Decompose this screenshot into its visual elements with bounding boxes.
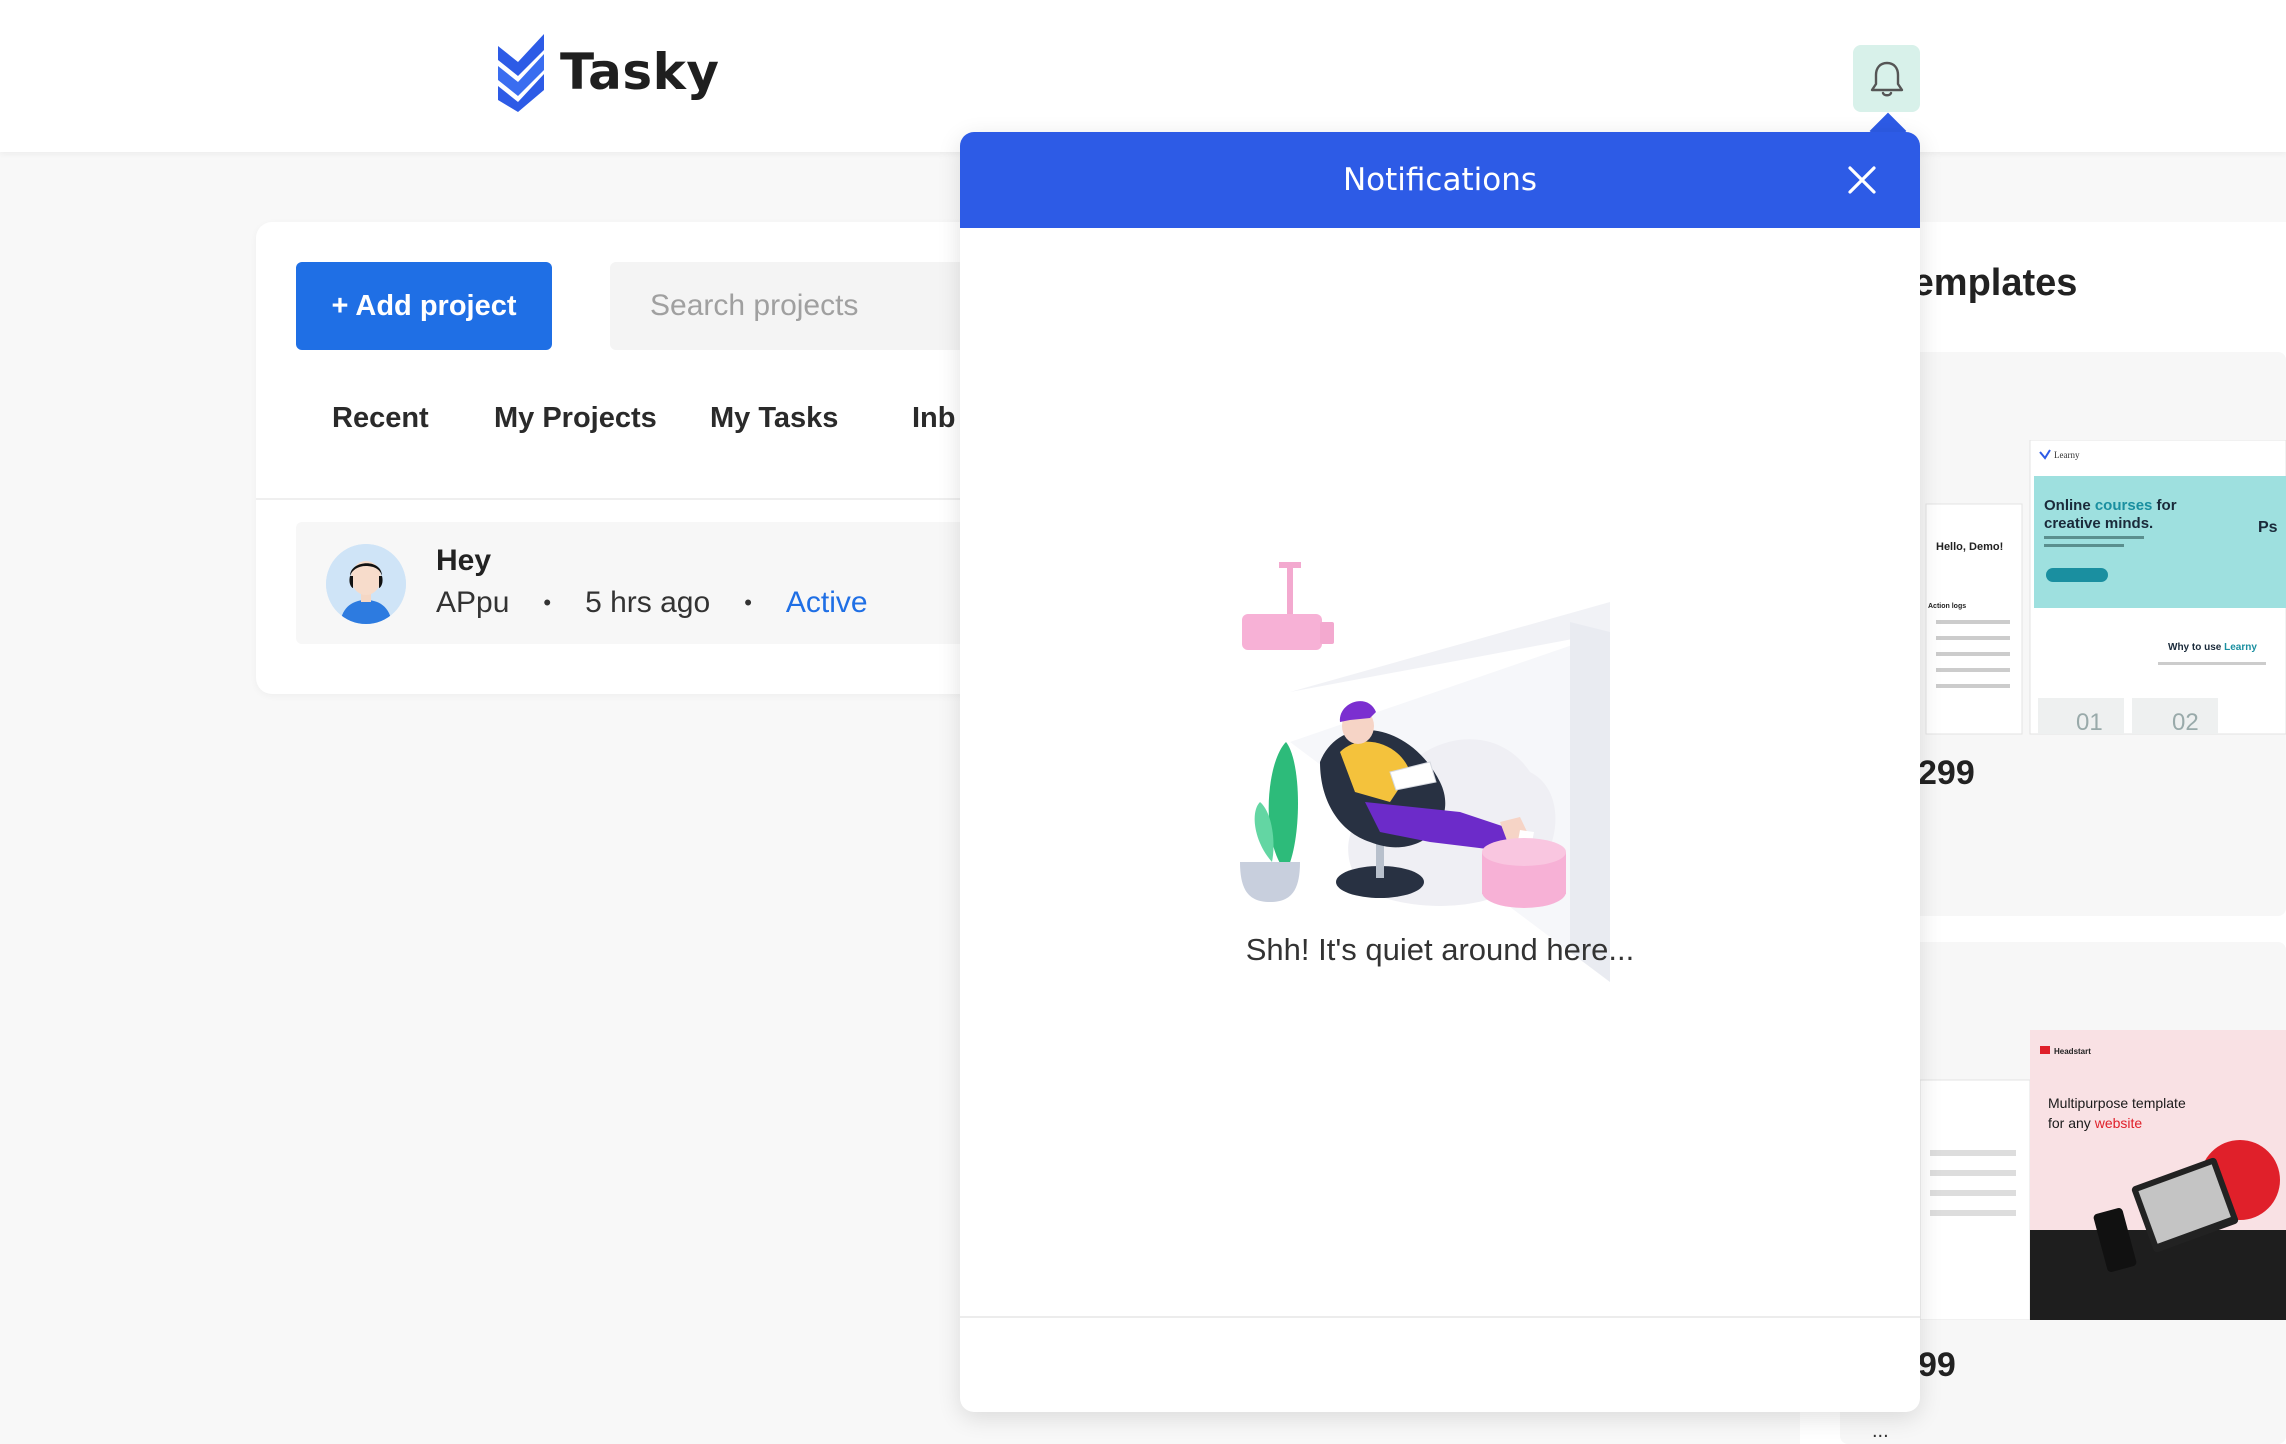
notifications-button[interactable] [1853,45,1920,112]
preview-step-2: 02 [2172,709,2199,736]
preview2-line2b: website [2094,1115,2143,1131]
app-logo[interactable]: Tasky [496,32,720,112]
project-row[interactable]: Hey APpu • 5 hrs ago • Active [296,522,1036,644]
tab-my-projects[interactable]: My Projects [494,402,657,435]
add-project-button[interactable]: + Add project [296,262,552,350]
preview-headline-d: creative minds. [2044,515,2153,532]
preview-ps: Ps [2258,519,2278,536]
preview-greeting: Hello, Demo! [1936,541,2003,553]
avatar [326,544,406,624]
tasky-logo-icon [498,34,544,112]
tabs-divider [256,498,1016,500]
top-header: Tasky [0,0,2286,152]
tab-my-tasks[interactable]: My Tasks [710,402,838,435]
preview-logs-label: Action logs [1928,603,1966,610]
templates-title: templates [1900,262,2078,304]
tab-inbox[interactable]: Inb [912,402,956,435]
bell-icon [1870,61,1903,96]
tab-recent[interactable]: Recent [332,402,429,435]
preview2-brand: Headstart [2054,1047,2091,1056]
preview-brand: Learny [2054,450,2080,460]
preview2-line1: Multipurpose template [2048,1095,2186,1111]
svg-text:for any website: for any website [2048,1115,2142,1131]
project-time: 5 hrs ago [585,586,711,619]
panel-header: Notifications [960,132,1920,228]
meta-separator: • [543,590,552,615]
status-badge: Active [785,586,868,619]
preview-why: Why to use [2168,642,2224,653]
more-ellipsis: ... [1872,1420,1889,1442]
svg-text:Why to use Learny: Why to use Learny [2168,642,2257,653]
preview-why-brand: Learny [2224,642,2257,653]
project-meta: APpu • 5 hrs ago • Active [436,586,868,620]
preview-step-1: 01 [2076,709,2103,736]
svg-text:Online courses for: Online courses for [2044,497,2177,514]
projects-card: + Add project Search projects Recent My … [256,222,1036,694]
project-title: Hey [436,544,492,577]
panel-title: Notifications [1342,162,1538,198]
project-tabs: Recent My Projects My Tasks Inb [256,402,1016,462]
project-user: APpu [436,586,510,619]
panel-footer-divider [960,1316,1920,1318]
close-icon[interactable] [1844,162,1880,198]
preview-headline-a: Online [2044,497,2095,514]
template-price-1: 299 [1918,754,1975,792]
user-avatar-icon [326,544,406,624]
notifications-panel: Notifications Shh! It's quiet around her… [960,132,1920,1412]
template-price-2: 99 [1918,1346,1956,1384]
app-name: Tasky [560,43,720,101]
preview-headline-b: courses [2095,497,2153,514]
empty-state-message: Shh! It's quiet around here... [1245,932,1635,967]
preview-headline-c: for [2152,497,2176,514]
preview2-line2a: for any [2048,1115,2095,1131]
meta-separator: • [744,590,752,615]
